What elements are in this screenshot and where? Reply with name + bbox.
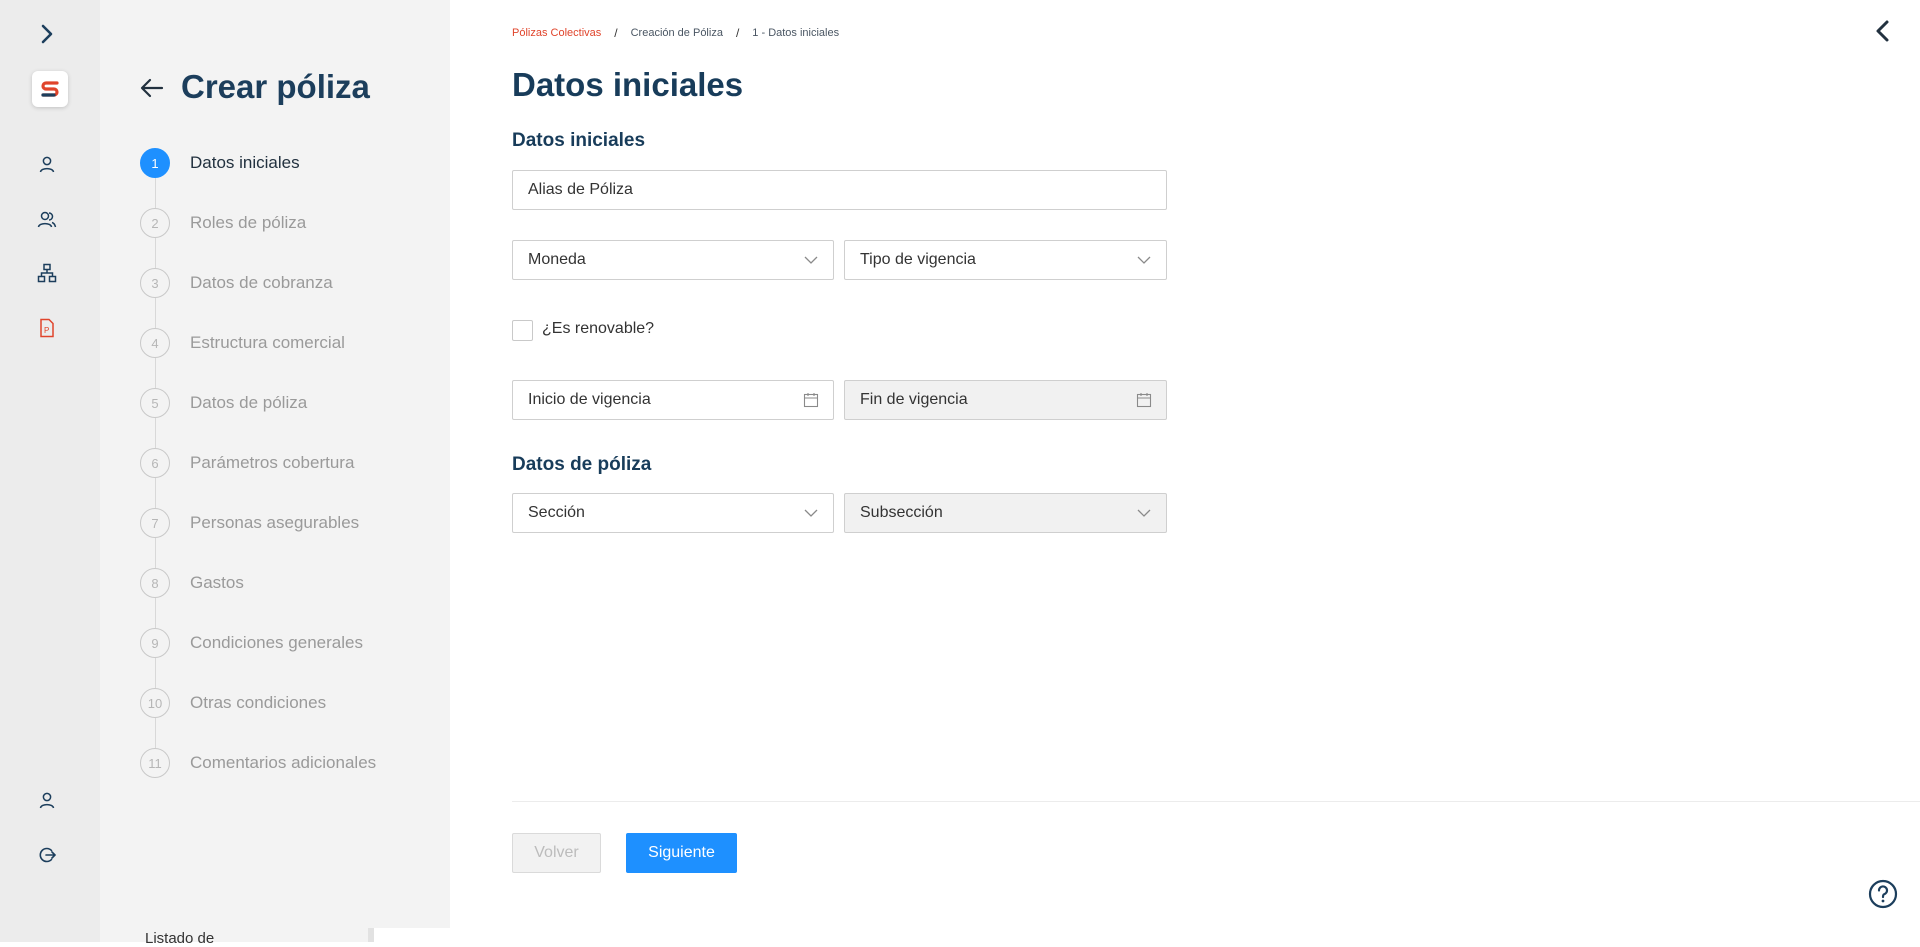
step-item[interactable]: 3 Datos de cobranza xyxy=(140,268,333,298)
step-label: Condiciones generales xyxy=(190,633,363,652)
step-number: 9 xyxy=(140,628,170,658)
collapse-panel-button[interactable] xyxy=(1872,18,1894,44)
volver-button[interactable]: Volver xyxy=(512,833,601,873)
breadcrumb: Pólizas Colectivas / Creación de Póliza … xyxy=(512,26,839,40)
step-number: 8 xyxy=(140,568,170,598)
breadcrumb-item-polizas[interactable]: Pólizas Colectivas xyxy=(512,27,601,39)
step-label: Gastos xyxy=(190,573,244,592)
calendar-icon xyxy=(1136,393,1152,408)
step-item[interactable]: 1 Datos iniciales xyxy=(140,148,300,178)
breadcrumb-separator: / xyxy=(614,26,618,40)
icon-rail: P xyxy=(0,0,100,942)
inicio-vigencia-datepicker[interactable]: Inicio de vigencia xyxy=(512,380,834,420)
renovable-label[interactable]: ¿Es renovable? xyxy=(542,320,654,338)
help-icon[interactable] xyxy=(1868,879,1898,909)
step-label: Roles de póliza xyxy=(190,213,307,232)
document-p-icon[interactable]: P xyxy=(30,311,64,345)
panel-footer-text: Listado de xyxy=(145,930,215,947)
breadcrumb-item-current: 1 - Datos iniciales xyxy=(752,27,840,39)
step-label: Estructura comercial xyxy=(190,333,345,352)
fin-vigencia-label: Fin de vigencia xyxy=(860,391,968,408)
step-label: Otras condiciones xyxy=(190,693,327,712)
step-number: 7 xyxy=(140,508,170,538)
siguiente-button[interactable]: Siguiente xyxy=(626,833,737,873)
step-number: 1 xyxy=(140,148,170,178)
chevron-down-icon xyxy=(804,509,818,517)
step-item[interactable]: 2 Roles de póliza xyxy=(140,208,306,238)
seccion-select[interactable]: Sección xyxy=(512,493,834,533)
step-item[interactable]: 6 Parámetros cobertura xyxy=(140,448,354,478)
inicio-vigencia-label: Inicio de vigencia xyxy=(528,391,651,408)
fin-vigencia-datepicker[interactable]: Fin de vigencia xyxy=(844,380,1167,420)
hierarchy-icon[interactable] xyxy=(30,256,64,290)
step-number: 2 xyxy=(140,208,170,238)
moneda-label: Moneda xyxy=(528,251,586,268)
seccion-label: Sección xyxy=(528,504,585,521)
step-label: Personas asegurables xyxy=(190,513,360,532)
step-number: 10 xyxy=(140,688,170,718)
footer-divider xyxy=(512,801,1920,802)
alias-poliza-input[interactable]: Alias de Póliza xyxy=(512,170,1167,210)
logo-s-icon xyxy=(41,81,59,97)
chevron-down-icon xyxy=(1137,509,1151,517)
subseccion-select[interactable]: Subsección xyxy=(844,493,1167,533)
chevron-down-icon xyxy=(804,256,818,264)
tipo-vigencia-select[interactable]: Tipo de vigencia xyxy=(844,240,1167,280)
breadcrumb-separator: / xyxy=(735,26,740,40)
panel-title: Crear póliza xyxy=(181,68,370,105)
tipo-vigencia-label: Tipo de vigencia xyxy=(860,251,976,268)
back-arrow-icon[interactable] xyxy=(138,74,166,102)
page-title: Datos iniciales xyxy=(512,66,744,103)
step-item[interactable]: 5 Datos de póliza xyxy=(140,388,307,418)
step-label: Comentarios adicionales xyxy=(190,753,377,772)
profile-icon[interactable] xyxy=(30,783,64,817)
expand-chevron-icon[interactable] xyxy=(30,17,64,51)
bottom-strip xyxy=(368,928,450,942)
step-item[interactable]: 11 Comentarios adicionales xyxy=(140,748,376,778)
section-title-datos-iniciales: Datos iniciales xyxy=(512,130,646,151)
chevron-down-icon xyxy=(1137,256,1151,264)
step-label: Datos de póliza xyxy=(190,393,308,412)
step-item[interactable]: 8 Gastos xyxy=(140,568,244,598)
step-item[interactable]: 9 Condiciones generales xyxy=(140,628,363,658)
step-item[interactable]: 10 Otras condiciones xyxy=(140,688,326,718)
subseccion-label: Subsección xyxy=(860,504,943,521)
users-icon[interactable] xyxy=(30,202,64,236)
step-number: 3 xyxy=(140,268,170,298)
section-title-datos-poliza: Datos de póliza xyxy=(512,454,652,475)
calendar-icon xyxy=(803,393,819,408)
alias-poliza-placeholder: Alias de Póliza xyxy=(528,181,633,198)
user-icon[interactable] xyxy=(30,147,64,181)
step-number: 6 xyxy=(140,448,170,478)
svg-text:P: P xyxy=(44,326,49,335)
moneda-select[interactable]: Moneda xyxy=(512,240,834,280)
step-number: 5 xyxy=(140,388,170,418)
step-number: 4 xyxy=(140,328,170,358)
breadcrumb-item-creacion[interactable]: Creación de Póliza xyxy=(631,27,723,39)
step-item[interactable]: 7 Personas asegurables xyxy=(140,508,359,538)
step-label: Datos iniciales xyxy=(190,153,300,172)
app-logo[interactable] xyxy=(32,71,68,107)
renovable-checkbox[interactable] xyxy=(512,320,533,341)
step-item[interactable]: 4 Estructura comercial xyxy=(140,328,345,358)
step-label: Parámetros cobertura xyxy=(190,453,355,472)
chevron-left-icon xyxy=(1876,20,1889,42)
logout-icon[interactable] xyxy=(30,838,64,872)
step-number: 11 xyxy=(140,748,170,778)
step-label: Datos de cobranza xyxy=(190,273,333,292)
